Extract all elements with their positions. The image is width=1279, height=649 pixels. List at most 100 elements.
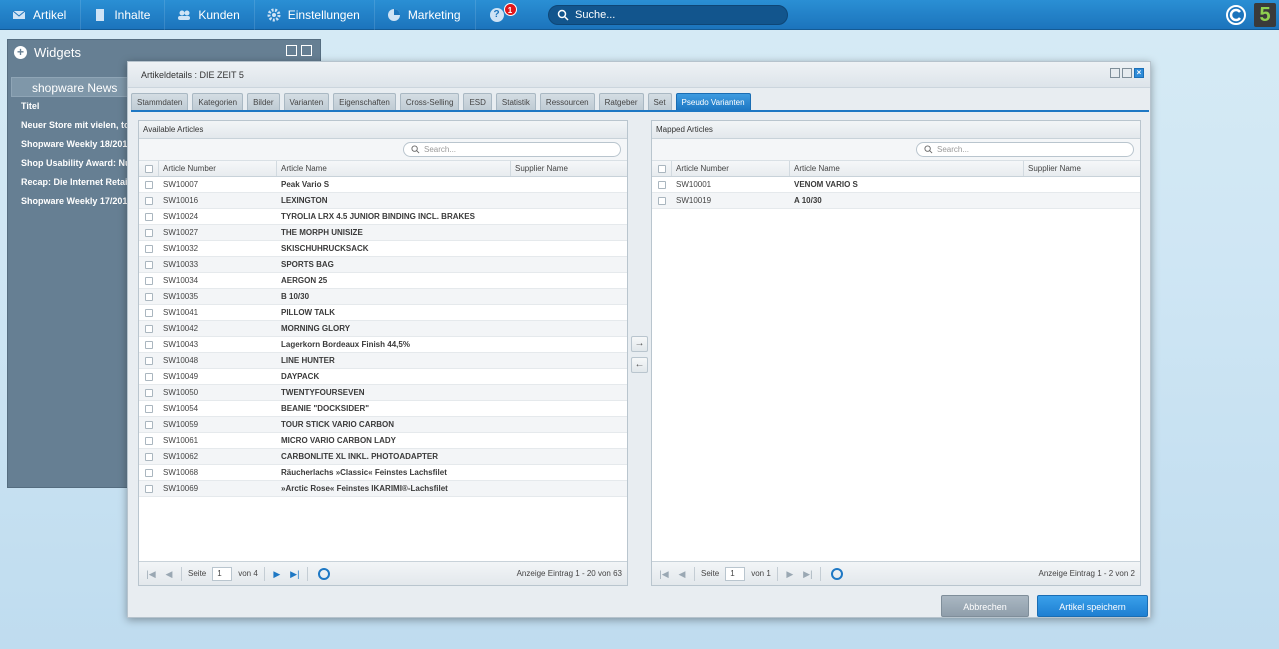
tab-ressourcen[interactable]: Ressourcen [539,93,595,110]
row-checkbox[interactable] [139,241,159,256]
table-row[interactable]: SW10024 TYROLIA LRX 4.5 JUNIOR BINDING IN… [139,209,627,225]
table-row[interactable]: SW10007 Peak Vario S [139,177,627,193]
prev-page-icon[interactable]: ◀ [163,568,175,580]
row-checkbox[interactable] [139,465,159,480]
supplier-name-cell [511,481,627,496]
row-checkbox[interactable] [139,305,159,320]
first-page-icon[interactable]: |◀ [145,568,157,580]
minimize-icon[interactable] [286,45,297,56]
nav-item-einstellungen[interactable]: Einstellungen [255,0,375,30]
row-checkbox[interactable] [139,257,159,272]
nav-item-marketing[interactable]: Marketing [375,0,476,30]
nav-item-kunden[interactable]: Kunden [165,0,255,30]
table-row[interactable]: SW10027 THE MORPH UNISIZE [139,225,627,241]
row-checkbox[interactable] [139,417,159,432]
page-number-input[interactable]: 1 [212,566,233,581]
global-search-input[interactable]: Suche... [548,5,788,25]
select-all-checkbox[interactable] [652,161,672,176]
row-checkbox[interactable] [139,449,159,464]
tab-stammdaten[interactable]: Stammdaten [131,93,189,110]
tab-esd[interactable]: ESD [463,93,492,110]
maximize-window-icon[interactable] [1122,68,1132,78]
row-checkbox[interactable] [652,177,672,192]
nav-item-artikel[interactable]: Artikel [0,0,82,30]
add-widget-icon[interactable]: + [14,45,27,59]
tab-kategorien[interactable]: Kategorien [192,93,244,110]
table-row[interactable]: SW10049 DAYPACK [139,369,627,385]
mapped-search-input[interactable]: Search... [916,142,1134,157]
row-checkbox[interactable] [139,401,159,416]
first-page-icon[interactable]: |◀ [658,568,670,580]
row-checkbox[interactable] [139,289,159,304]
row-checkbox[interactable] [139,177,159,192]
row-checkbox[interactable] [139,369,159,384]
row-checkbox[interactable] [139,193,159,208]
cancel-button[interactable]: Abbrechen [941,595,1029,617]
row-checkbox[interactable] [139,273,159,288]
col-supplier-name[interactable]: Supplier Name [511,161,627,176]
article-number-cell: SW10032 [163,244,199,253]
col-article-number[interactable]: Article Number [672,161,790,176]
row-checkbox[interactable] [139,337,159,352]
col-article-name[interactable]: Article Name [790,161,1024,176]
next-page-icon[interactable]: ▶ [271,568,283,580]
minimize-window-icon[interactable] [1110,68,1120,78]
table-row[interactable]: SW10062 CARBONLITE XL INKL. PHOTOADAPTER [139,449,627,465]
tab-set[interactable]: Set [647,93,672,110]
tab-cross-selling[interactable]: Cross-Selling [399,93,460,110]
row-checkbox[interactable] [139,481,159,496]
table-row[interactable]: SW10035 B 10/30 [139,289,627,305]
move-right-button[interactable]: → [631,336,648,352]
users-icon [177,8,191,22]
table-row[interactable]: SW10043 Lagerkorn Bordeaux Finish 44,5% [139,337,627,353]
refresh-icon[interactable] [317,567,330,580]
row-checkbox[interactable] [139,385,159,400]
available-search-input[interactable]: Search... [403,142,621,157]
table-row[interactable]: SW10048 LINE HUNTER [139,353,627,369]
last-page-icon[interactable]: ▶| [289,568,301,580]
table-row[interactable]: SW10001 VENOM VARIO S [652,177,1140,193]
table-row[interactable]: SW10032 SKISCHUHRUCKSACK [139,241,627,257]
tab-ratgeber[interactable]: Ratgeber [598,93,644,110]
col-article-number[interactable]: Article Number [159,161,277,176]
save-article-button[interactable]: Artikel speichern [1037,595,1148,617]
col-supplier-name[interactable]: Supplier Name [1024,161,1140,176]
popout-icon[interactable] [301,45,312,56]
table-row[interactable]: SW10061 MICRO VARIO CARBON LADY [139,433,627,449]
prev-page-icon[interactable]: ◀ [676,568,688,580]
next-page-icon[interactable]: ▶ [784,568,796,580]
row-checkbox[interactable] [139,321,159,336]
table-row[interactable]: SW10059 TOUR STICK VARIO CARBON [139,417,627,433]
table-row[interactable]: SW10019 A 10/30 [652,193,1140,209]
close-window-icon[interactable]: × [1134,68,1144,78]
refresh-icon[interactable] [830,567,843,580]
table-row[interactable]: SW10050 TWENTYFOURSEVEN [139,385,627,401]
move-left-button[interactable]: ← [631,357,648,373]
table-row[interactable]: SW10041 PILLOW TALK [139,305,627,321]
row-checkbox[interactable] [139,433,159,448]
table-row[interactable]: SW10069 »Arctic Rose« Feinstes IKARIMI®-L… [139,481,627,497]
tab-bilder[interactable]: Bilder [247,93,280,110]
tab-varianten[interactable]: Varianten [283,93,330,110]
table-row[interactable]: SW10033 SPORTS BAG [139,257,627,273]
last-page-icon[interactable]: ▶| [802,568,814,580]
page-number-input[interactable]: 1 [725,566,746,581]
table-row[interactable]: SW10054 BEANIE "DOCKSIDER" [139,401,627,417]
table-row[interactable]: SW10068 Räucherlachs »Classic« Feinstes L… [139,465,627,481]
search-icon [411,145,420,154]
row-checkbox[interactable] [139,353,159,368]
select-all-checkbox[interactable] [139,161,159,176]
row-checkbox[interactable] [139,225,159,240]
table-row[interactable]: SW10042 MORNING GLORY [139,321,627,337]
col-article-name[interactable]: Article Name [277,161,511,176]
nav-item-inhalte[interactable]: Inhalte [81,0,166,30]
table-row[interactable]: SW10034 AERGON 25 [139,273,627,289]
help-button[interactable]: ? 1 [489,0,517,30]
row-checkbox[interactable] [652,193,672,208]
tab-pseudo-varianten[interactable]: Pseudo Varianten [675,93,751,110]
tab-eigenschaften[interactable]: Eigenschaften [333,93,396,110]
row-checkbox[interactable] [139,209,159,224]
tab-statistik[interactable]: Statistik [495,93,536,110]
table-row[interactable]: SW10016 LEXINGTON [139,193,627,209]
supplier-name-cell [511,465,627,480]
